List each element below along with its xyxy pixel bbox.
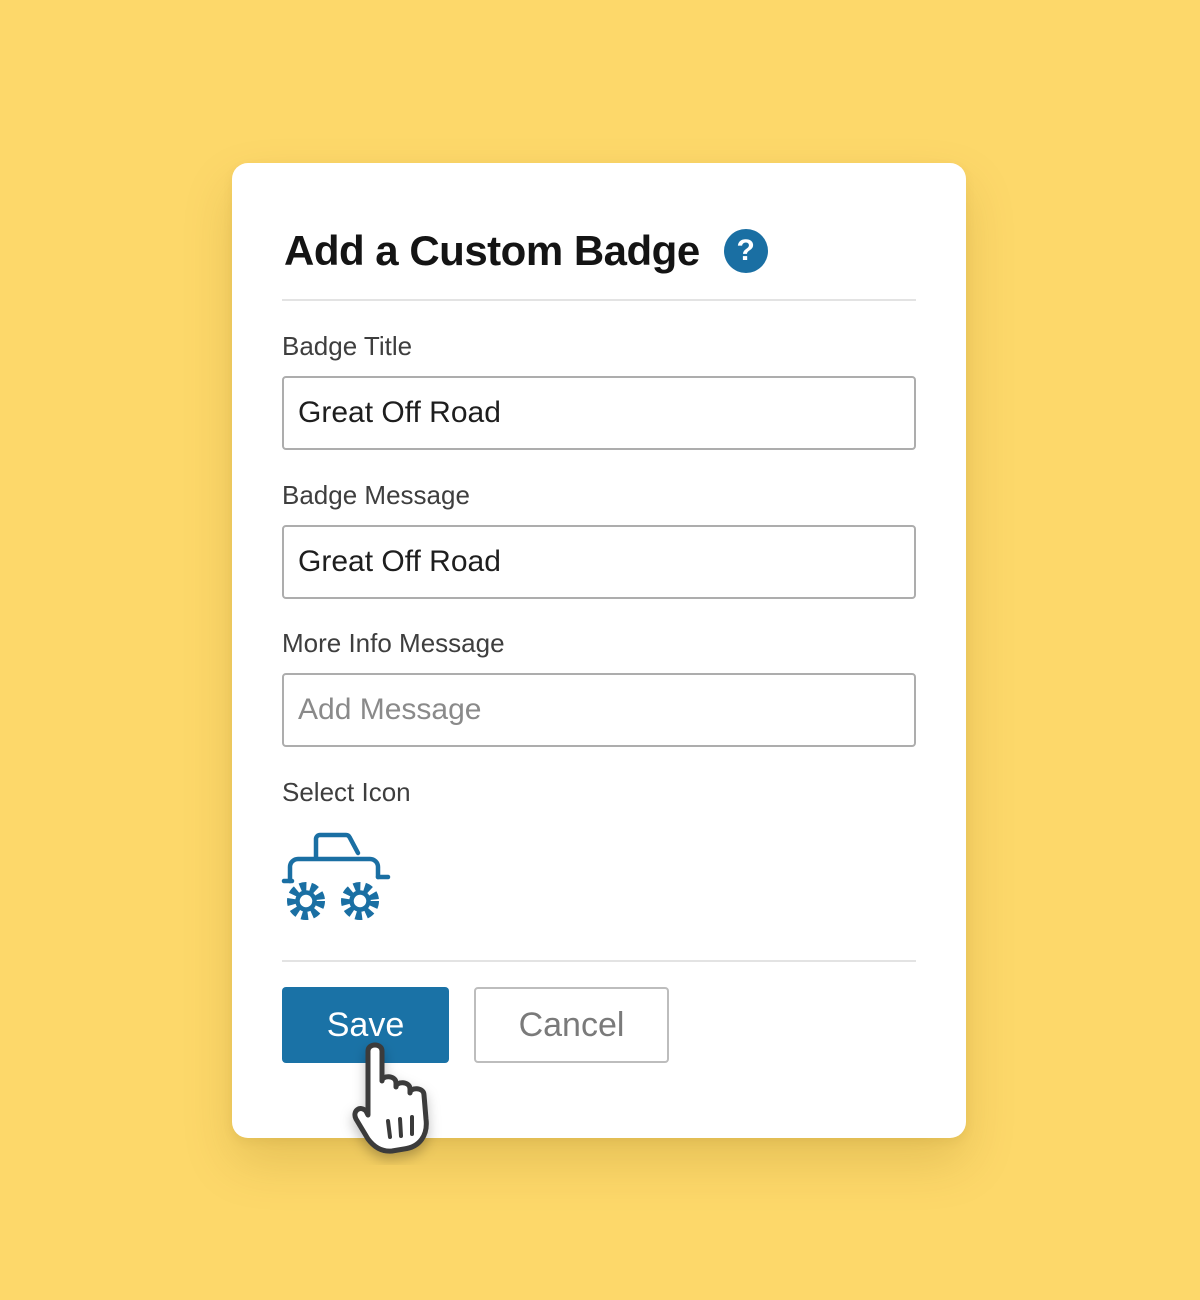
help-icon[interactable]: ? — [723, 229, 768, 273]
more-info-label: More Info Message — [282, 628, 505, 658]
save-button[interactable]: Save — [282, 987, 449, 1063]
custom-badge-dialog: Add a Custom Badge ? Badge Title Badge M… — [232, 163, 966, 1138]
badge-message-input[interactable] — [282, 525, 916, 599]
dialog-header: Add a Custom Badge ? — [284, 223, 768, 279]
header-divider — [282, 299, 916, 301]
footer-divider — [282, 960, 916, 962]
badge-title-label: Badge Title — [282, 331, 413, 361]
select-icon-label: Select Icon — [282, 777, 411, 807]
badge-message-label: Badge Message — [282, 480, 470, 510]
cancel-button[interactable]: Cancel — [474, 987, 669, 1063]
more-info-input[interactable] — [282, 673, 916, 747]
dialog-title: Add a Custom Badge — [284, 227, 700, 274]
monster-truck-icon[interactable] — [280, 831, 396, 927]
badge-title-input[interactable] — [282, 376, 916, 450]
